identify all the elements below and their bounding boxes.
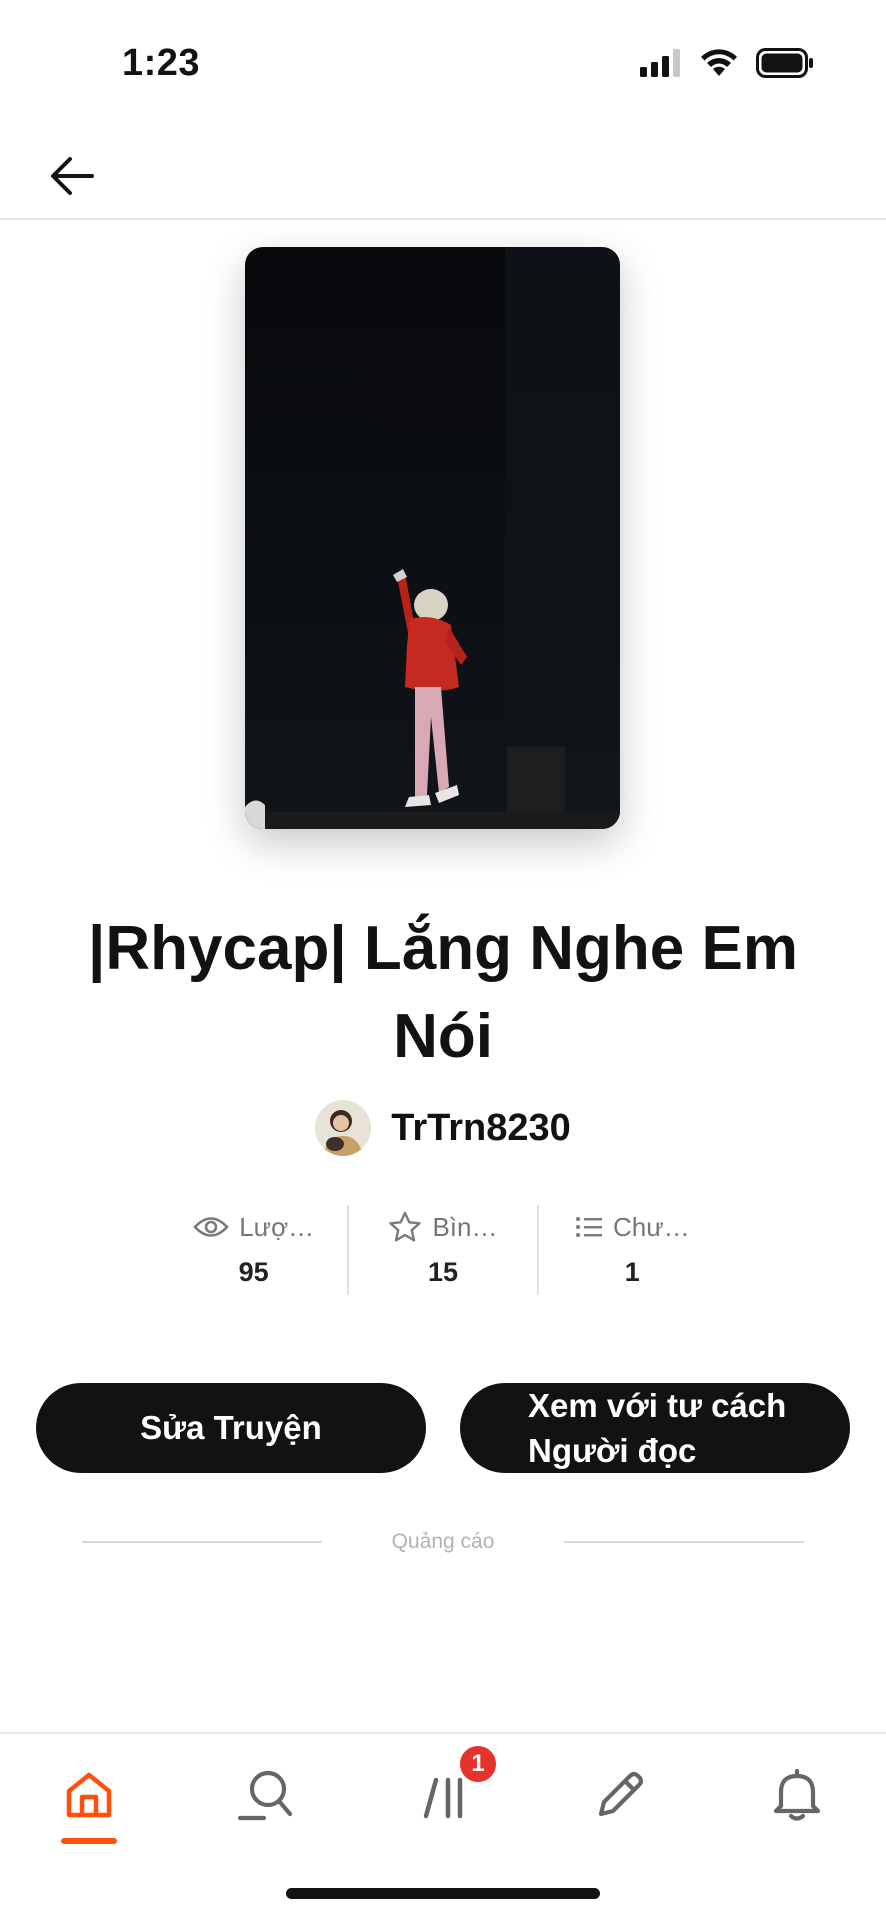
back-button[interactable]: [44, 148, 100, 204]
search-icon: [237, 1770, 293, 1821]
top-bar: [0, 130, 886, 220]
avatar-image: [315, 1100, 372, 1156]
edit-story-button[interactable]: Sửa Truyện: [36, 1383, 426, 1473]
view-as-reader-button[interactable]: Xem với tư cách Người đọc: [460, 1383, 850, 1473]
battery-icon: [756, 48, 813, 78]
edit-story-label: Sửa Truyện: [140, 1409, 322, 1446]
story-details-screen: 1:23 |Rhycap| Lắng Nghe Em Nói TrTrn8230…: [0, 0, 886, 1920]
nav-home[interactable]: [54, 1760, 124, 1830]
ad-label: Quảng cáo: [391, 1530, 495, 1553]
home-icon: [66, 1772, 112, 1818]
view-as-reader-line2: Người đọc: [528, 1432, 697, 1469]
cover-artwork: [245, 247, 620, 829]
stat-votes-value: 15: [427, 1257, 459, 1287]
stat-reads: Lượ… 95: [160, 1205, 347, 1295]
story-stats: Lượ… 95 Bìn… 15 Chư… 1: [160, 1205, 726, 1295]
author-avatar[interactable]: [315, 1100, 372, 1156]
stat-reads-value: 95: [238, 1257, 269, 1287]
wifi-icon: [701, 49, 737, 76]
story-title: |Rhycap| Lắng Nghe Em Nói: [88, 914, 798, 1071]
ad-divider-line-left: [82, 1541, 322, 1543]
nav-notifications[interactable]: [762, 1760, 832, 1830]
eye-icon: [193, 1217, 229, 1237]
signal-icon: [640, 49, 680, 77]
status-time: 1:23: [122, 42, 201, 84]
ad-divider-line-right: [564, 1541, 804, 1543]
nav-home-active-indicator: [61, 1838, 117, 1844]
bell-icon: [773, 1768, 821, 1821]
home-indicator[interactable]: [286, 1888, 600, 1899]
ad-divider: Quảng cáo: [82, 1530, 804, 1554]
status-bar: 1:23: [0, 0, 886, 130]
library-badge: 1: [457, 1743, 499, 1785]
star-icon: [389, 1211, 422, 1242]
author-name[interactable]: TrTrn8230: [391, 1107, 571, 1150]
status-icons: [640, 48, 814, 78]
view-as-reader-line1: Xem với tư cách: [528, 1387, 787, 1424]
stat-parts: Chư… 1: [536, 1205, 726, 1295]
stat-reads-label: Lượ…: [239, 1211, 315, 1242]
bottom-nav: [0, 1732, 886, 1852]
stat-parts-label: Chư…: [612, 1211, 690, 1242]
view-as-reader-label: Xem với tư cách Người đọc: [528, 1383, 786, 1473]
list-icon: [575, 1217, 602, 1237]
arrow-left-icon: [51, 157, 94, 195]
stat-parts-value: 1: [624, 1257, 640, 1287]
story-cover-image[interactable]: [245, 247, 620, 829]
nav-search[interactable]: [230, 1760, 300, 1830]
author-row[interactable]: TrTrn8230: [0, 1100, 886, 1156]
stat-votes: Bìn… 15: [347, 1205, 536, 1295]
write-icon: [598, 1771, 644, 1817]
nav-write[interactable]: [585, 1760, 655, 1830]
stat-votes-label: Bìn…: [432, 1211, 498, 1242]
